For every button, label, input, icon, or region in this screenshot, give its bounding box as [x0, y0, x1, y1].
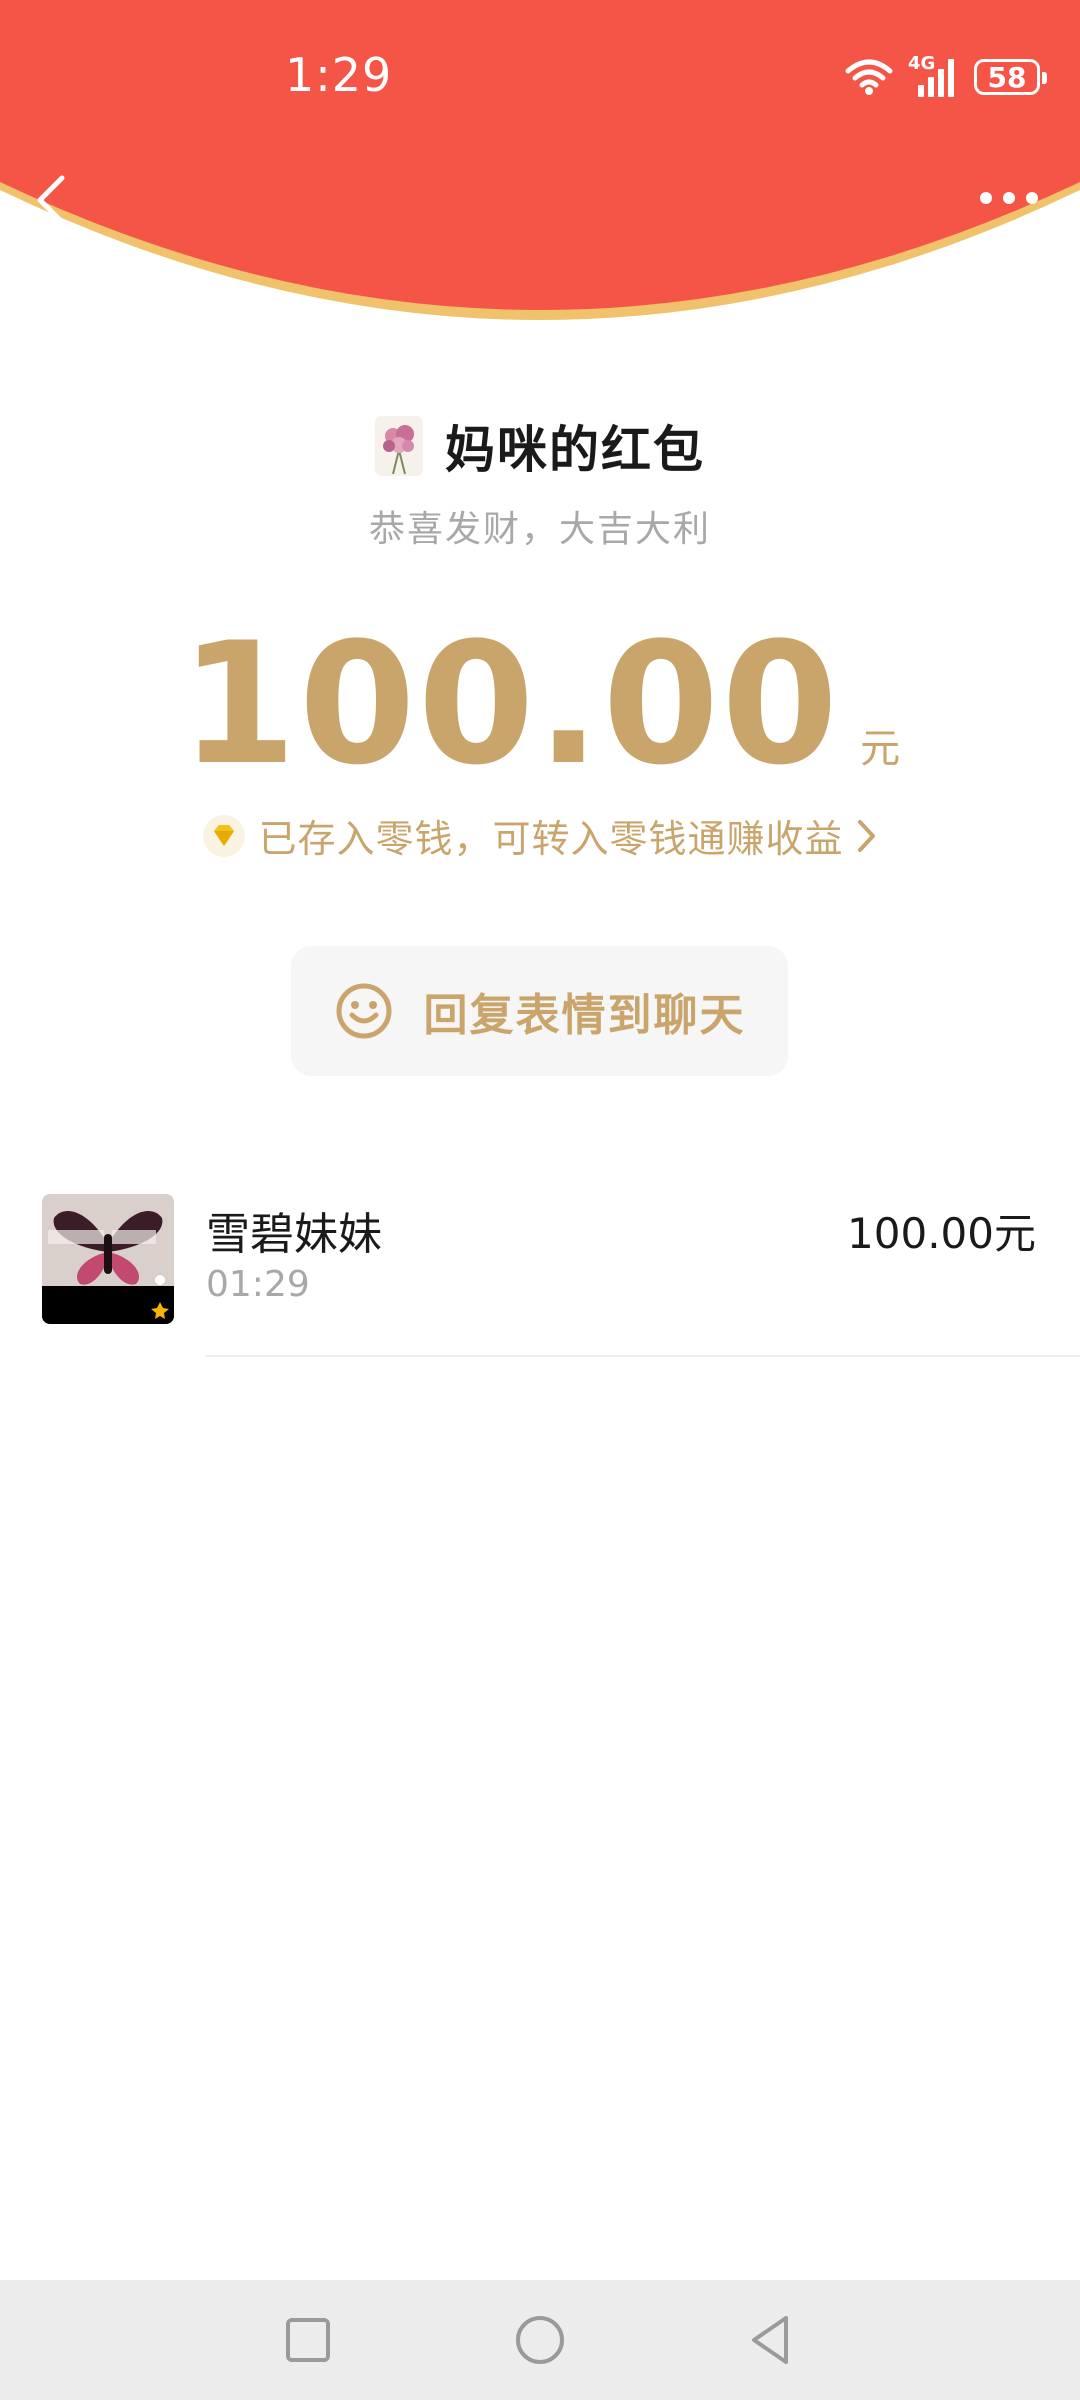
reply-sticker-button[interactable]: 回复表情到聊天 — [291, 946, 788, 1076]
back-button[interactable] — [28, 170, 76, 230]
header-background — [0, 0, 1080, 320]
status-icons: 4G 58 — [844, 52, 1047, 102]
sender-name: 妈咪的红包 — [445, 421, 705, 479]
chevron-left-icon — [37, 175, 65, 225]
receiver-row[interactable]: 雪碧妹妹 01:29 100.00元 — [0, 1190, 1080, 1358]
battery-icon: 58 — [974, 59, 1047, 95]
list-divider — [206, 1355, 1080, 1357]
home-icon — [516, 2316, 564, 2364]
sender-avatar — [375, 416, 423, 476]
more-options-button[interactable] — [974, 176, 1044, 220]
signal-icon: 4G — [908, 53, 960, 99]
receiver-time: 01:29 — [206, 1264, 310, 1305]
receiver-amount: 100.00元 — [847, 1209, 1036, 1258]
receiver-avatar[interactable] — [42, 1194, 174, 1324]
smile-icon — [336, 983, 391, 1039]
recent-apps-button[interactable] — [276, 2308, 340, 2372]
diamond-icon — [203, 814, 246, 857]
recent-apps-icon — [286, 2318, 330, 2362]
change-balance-note: 已存入零钱，可转入零钱通赚收益 — [258, 817, 844, 861]
system-nav-bar — [0, 2280, 1080, 2400]
reply-sticker-label: 回复表情到聊天 — [423, 990, 746, 1041]
amount-unit: 元 — [860, 726, 901, 772]
back-nav-button[interactable] — [740, 2308, 804, 2372]
greeting-message: 恭喜发财，大吉大利 — [368, 509, 711, 550]
receiver-name: 雪碧妹妹 — [206, 1209, 382, 1260]
amount-display: 100.00 元 — [0, 620, 1080, 788]
status-time: 1:29 — [285, 48, 393, 102]
change-balance-link[interactable]: 已存入零钱，可转入零钱通赚收益 — [0, 808, 1080, 863]
chevron-right-icon — [857, 819, 875, 852]
more-dots-icon — [980, 192, 1038, 204]
back-icon — [752, 2316, 788, 2364]
sender-row: 妈咪的红包 — [0, 410, 1080, 482]
amount-value: 100.00 — [179, 606, 841, 802]
battery-level: 58 — [987, 60, 1027, 94]
home-button[interactable] — [508, 2308, 572, 2372]
red-packet-detail-page: 1:29 4G 58 妈咪的红包 恭喜发财，大吉大利 100.00 元 已存入零… — [0, 0, 1080, 2400]
wifi-icon — [845, 59, 893, 95]
